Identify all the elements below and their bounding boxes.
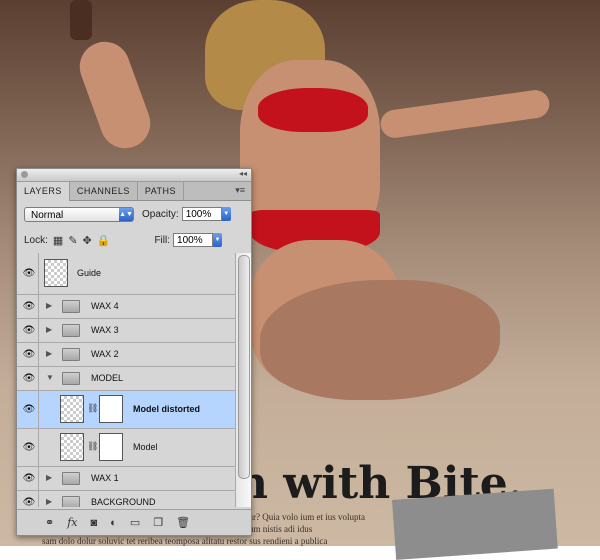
opacity-field[interactable]: 100% ▼ [181, 207, 231, 221]
folder-icon [62, 472, 80, 485]
opacity-dropdown-icon[interactable]: ▼ [221, 207, 231, 221]
folder-icon [62, 324, 80, 337]
layer-name: WAX 4 [91, 301, 119, 311]
folder-icon [62, 496, 80, 507]
layer-name: BACKGROUND [91, 497, 156, 507]
eye-icon[interactable]: 👁 [20, 295, 39, 318]
layer-name: WAX 2 [91, 349, 119, 359]
ice-cream-bar [70, 0, 92, 40]
model-right-arm [378, 88, 552, 140]
lock-image-icon[interactable]: ✎ [68, 234, 77, 247]
opacity-value: 100% [185, 209, 212, 220]
tab-layers[interactable]: LAYERS [17, 182, 70, 201]
layers-scrollbar[interactable] [235, 253, 251, 507]
panel-menu-icon[interactable]: ▾≡ [235, 185, 245, 196]
layer-row-background[interactable]: 👁 ▶ BACKGROUND [17, 491, 235, 507]
layers-list: 👁 Guide 👁 ▶ WAX 4 👁 ▶ WAX 3 👁 ▶ WAX 2 👁 [17, 253, 235, 507]
model-left-arm [72, 34, 158, 156]
bikini-top [258, 88, 368, 132]
ad-body-line-1: tur? Quia volo ium et ius volupta [246, 512, 365, 522]
fill-field[interactable]: 100% ▼ [173, 233, 223, 247]
layer-mask-thumbnail[interactable] [99, 433, 123, 461]
expand-triangle-icon[interactable]: ▶ [46, 349, 52, 358]
tab-paths[interactable]: PATHS [138, 182, 185, 200]
layer-row-wax-2[interactable]: 👁 ▶ WAX 2 [17, 343, 235, 367]
eye-icon[interactable]: 👁 [20, 319, 39, 342]
eye-icon[interactable]: 👁 [20, 467, 39, 490]
tab-channels[interactable]: CHANNELS [70, 182, 138, 200]
select-arrow-icon: ▲▼ [119, 207, 133, 221]
panel-titlebar[interactable]: ◂◂ [17, 169, 251, 182]
expand-triangle-icon[interactable]: ▶ [46, 301, 52, 310]
gray-block [392, 488, 558, 560]
new-group-icon[interactable]: ▭ [130, 516, 140, 529]
panel-tabs: LAYERS CHANNELS PATHS ▾≡ [17, 182, 251, 201]
eye-icon[interactable]: 👁 [20, 253, 39, 294]
layer-name: WAX 1 [91, 473, 119, 483]
layer-row-guide[interactable]: 👁 Guide [17, 253, 235, 295]
eye-icon[interactable]: 👁 [20, 343, 39, 366]
link-layers-icon[interactable]: ⚭ [45, 516, 54, 529]
expand-triangle-icon[interactable]: ▶ [46, 473, 52, 482]
layer-name: WAX 3 [91, 325, 119, 335]
fill-value: 100% [177, 235, 203, 246]
layer-row-model[interactable]: 👁 ⛓ Model [17, 429, 235, 467]
close-icon[interactable] [21, 171, 28, 178]
expand-triangle-icon[interactable]: ▶ [46, 325, 52, 334]
layer-thumbnail [60, 433, 84, 461]
add-mask-icon[interactable]: ◙ [91, 517, 98, 529]
layer-row-model-group[interactable]: 👁 ▼ MODEL [17, 367, 235, 391]
layer-mask-thumbnail[interactable] [99, 395, 123, 423]
fill-label: Fill: [154, 234, 171, 246]
blend-mode-select[interactable]: Normal ▲▼ [24, 206, 134, 222]
eye-icon[interactable]: 👁 [20, 367, 39, 390]
ad-body-line-3: sam dolo dolur soluvic tet reribea teomp… [42, 536, 328, 546]
lock-position-icon[interactable]: ✥ [83, 234, 92, 247]
layer-thumbnail [60, 395, 84, 423]
scrollbar-thumb[interactable] [238, 255, 250, 479]
layers-panel: ◂◂ LAYERS CHANNELS PATHS ▾≡ Normal ▲▼ Op… [16, 168, 252, 536]
fill-dropdown-icon[interactable]: ▼ [213, 233, 223, 247]
fx-icon[interactable]: fx [67, 516, 77, 529]
eye-icon[interactable]: 👁 [20, 391, 39, 428]
new-layer-icon[interactable]: ❐ [153, 516, 163, 529]
layer-row-wax-4[interactable]: 👁 ▶ WAX 4 [17, 295, 235, 319]
blend-mode-value: Normal [31, 209, 64, 221]
panel-footer: ⚭ fx ◙ ◐ ▭ ❐ 🗑 [17, 509, 251, 535]
link-icon[interactable]: ⛓ [87, 403, 98, 414]
lock-all-icon[interactable]: 🔒 [97, 234, 111, 247]
layer-row-wax-1[interactable]: 👁 ▶ WAX 1 [17, 467, 235, 491]
folder-icon [62, 300, 80, 313]
layer-row-model-distorted[interactable]: 👁 ⛓ Model distorted [17, 391, 235, 429]
folder-icon [62, 372, 80, 385]
opacity-label: Opacity: [142, 208, 179, 220]
layer-name: Model distorted [133, 404, 200, 414]
lock-transparency-icon[interactable]: ▦ [53, 234, 63, 247]
layer-name: MODEL [91, 373, 124, 383]
layer-name: Guide [77, 268, 102, 278]
layer-row-wax-3[interactable]: 👁 ▶ WAX 3 [17, 319, 235, 343]
trash-icon[interactable]: 🗑 [176, 516, 190, 529]
collapse-icon[interactable]: ◂◂ [239, 169, 247, 178]
eye-icon[interactable]: 👁 [20, 491, 39, 507]
layer-thumbnail [44, 259, 68, 287]
eye-icon[interactable]: 👁 [20, 429, 39, 466]
layer-name: Model [133, 442, 158, 452]
folder-icon [62, 348, 80, 361]
adjustment-icon[interactable]: ◐ [110, 517, 117, 529]
lock-label: Lock: [24, 234, 48, 246]
collapse-triangle-icon[interactable]: ▼ [46, 373, 54, 382]
link-icon[interactable]: ⛓ [87, 441, 98, 452]
expand-triangle-icon[interactable]: ▶ [46, 497, 52, 506]
melted-wax [260, 280, 500, 400]
